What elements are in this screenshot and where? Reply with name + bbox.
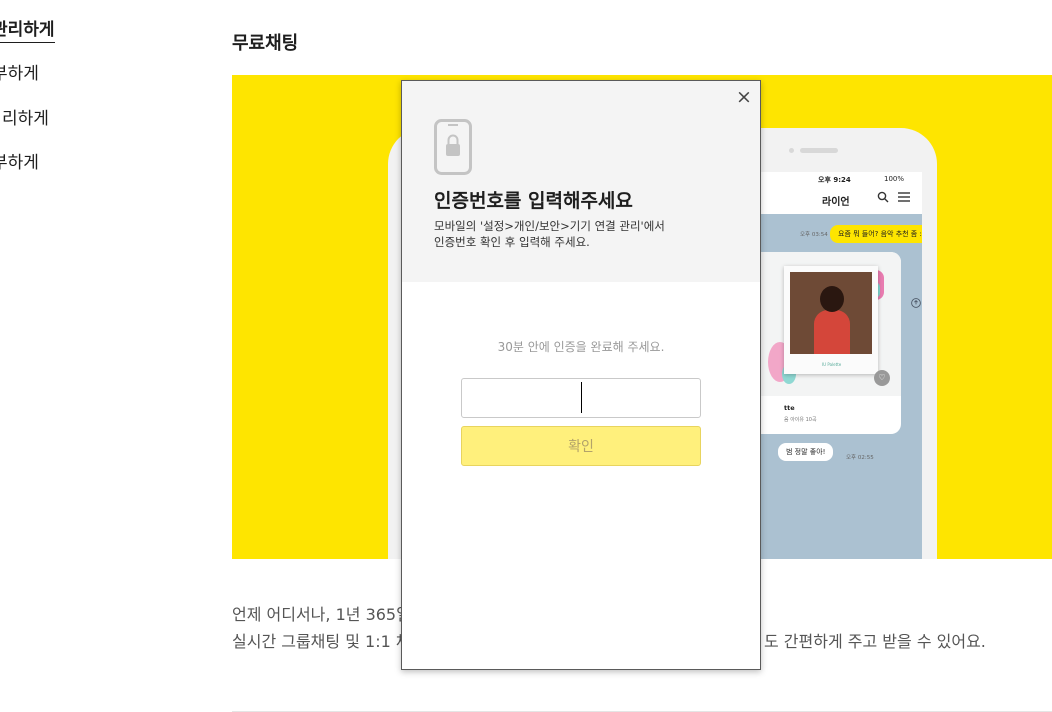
text-caret xyxy=(581,382,582,413)
message-time: 오후 02:55 xyxy=(846,455,874,461)
verification-modal: × 인증번호를 입력해주세요 모바일의 '설정>개인/보안>기기 연결 관리'에… xyxy=(401,80,761,670)
album-cover: IU Palette xyxy=(784,266,878,374)
nav-item[interactable]: 부하게 xyxy=(0,59,39,84)
close-icon[interactable]: × xyxy=(734,87,754,107)
card-subtitle: 음 아이유 10곡 xyxy=(784,417,817,423)
status-battery: 100% xyxy=(884,175,905,183)
chat-bubble-received: 범 정말 좋아! xyxy=(778,443,834,461)
status-time: 오후 9:24 xyxy=(818,176,851,184)
share-icon xyxy=(911,298,921,310)
modal-description: 모바일의 '설정>개인/보안>기기 연결 관리'에서 인증번호 확인 후 입력해… xyxy=(434,218,665,250)
chat-bubble-sent: 요즘 뭐 들어? 음악 추천 좀 :) xyxy=(830,225,922,243)
album-figure-body xyxy=(814,310,850,354)
phone-camera-dot xyxy=(789,148,794,153)
album-figure-head xyxy=(820,286,844,312)
menu-icon xyxy=(898,191,910,207)
album-photo xyxy=(790,272,872,354)
modal-header: × 인증번호를 입력해주세요 모바일의 '설정>개인/보안>기기 연결 관리'에… xyxy=(402,81,760,282)
feature-description-line2-left: 실시간 그룹채팅 및 1:1 채 xyxy=(232,632,411,651)
modal-title: 인증번호를 입력해주세요 xyxy=(434,190,633,212)
chat-title: 라이언 xyxy=(822,197,850,208)
card-title: tte xyxy=(784,404,795,412)
modal-description-line2: 인증번호 확인 후 입력해 주세요. xyxy=(434,235,590,249)
feature-description-line2-right: 도 간편하게 주고 받을 수 있어요. xyxy=(764,632,986,651)
nav-item-active[interactable]: 관리하게 xyxy=(0,15,55,43)
left-nav: 관리하게 부하게 리하게 부하게 xyxy=(0,0,80,200)
phone-lock-icon xyxy=(434,119,472,175)
album-caption: IU Palette xyxy=(822,362,842,367)
search-icon xyxy=(877,191,889,207)
message-time: 오후 03:54 xyxy=(800,232,828,238)
section-title: 무료채팅 xyxy=(232,33,299,54)
heart-icon: ♡ xyxy=(874,370,890,386)
modal-description-line1: 모바일의 '설정>개인/보안>기기 연결 관리'에서 xyxy=(434,219,665,233)
nav-item[interactable]: 부하게 xyxy=(0,148,39,173)
phone-speaker xyxy=(800,148,838,153)
confirm-button[interactable]: 확인 xyxy=(461,426,701,466)
timer-notice: 30분 안에 인증을 완료해 주세요. xyxy=(497,340,665,354)
feature-description-line1: 언제 어디서나, 1년 365일, xyxy=(232,605,416,624)
nav-item[interactable]: 리하게 xyxy=(2,104,49,129)
